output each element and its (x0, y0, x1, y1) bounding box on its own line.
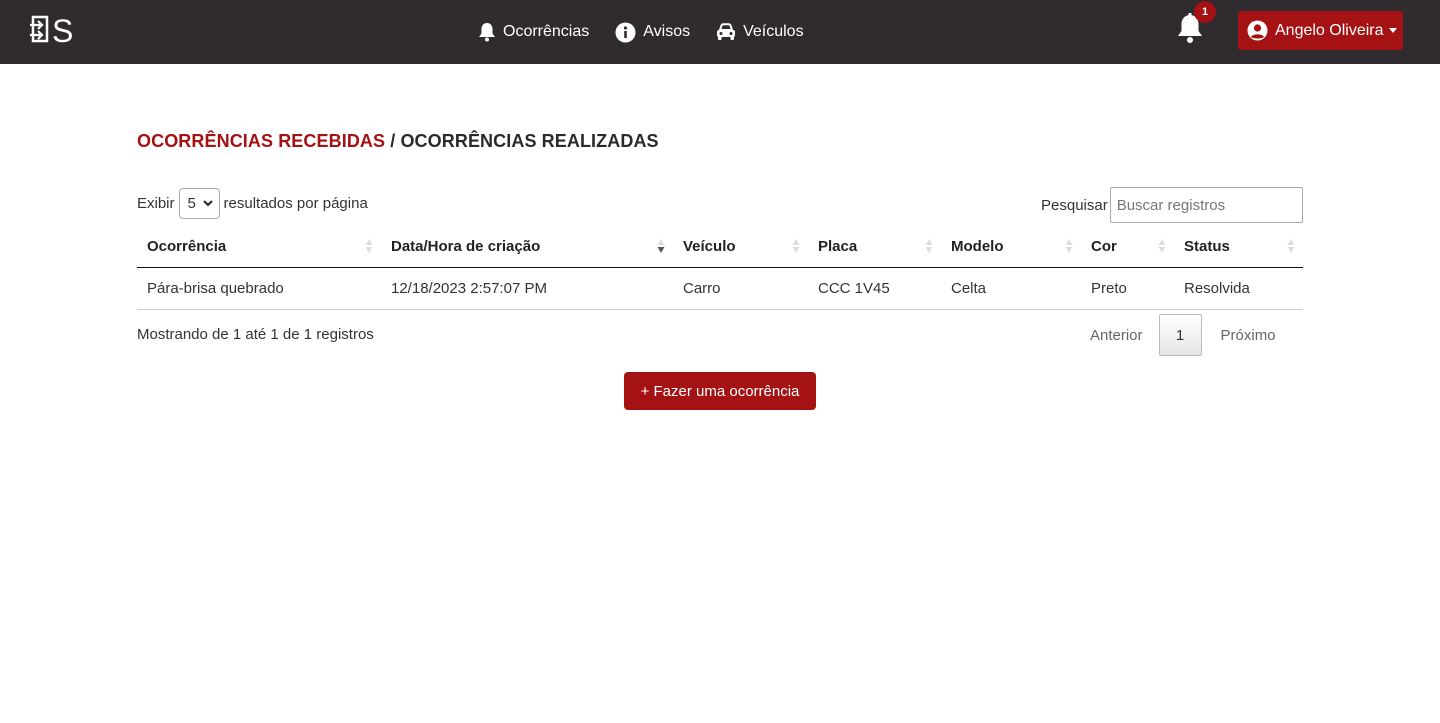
column-header-data-hora[interactable]: Data/Hora de criação (381, 226, 673, 268)
notifications-button[interactable]: 1 (1176, 1, 1216, 45)
occurrences-table: Ocorrência Data/Hora de criação Veículo … (137, 226, 1303, 310)
tab-ocorrencias-recebidas[interactable]: OCORRÊNCIAS RECEBIDAS (137, 131, 385, 151)
nav-link-label: Ocorrências (503, 23, 590, 40)
table-info: Mostrando de 1 até 1 de 1 registros (137, 326, 374, 343)
sort-icon (925, 239, 933, 253)
tab-ocorrencias-realizadas[interactable]: OCORRÊNCIAS REALIZADAS (400, 131, 658, 151)
caret-down-icon (1388, 28, 1397, 33)
nav-link-label: Avisos (643, 23, 691, 40)
cell-placa: CCC 1V45 (808, 267, 941, 310)
navbar: S Ocorrências Avisos Veículos 1 Angelo O… (0, 0, 1440, 64)
nav-link-veiculos[interactable]: Veículos (716, 23, 804, 41)
column-header-label: Status (1184, 237, 1230, 255)
page-size-value: 5 (187, 195, 196, 212)
pagination-previous[interactable]: Anterior (1074, 327, 1159, 344)
nav-link-label: Veículos (743, 23, 804, 40)
bell-icon (479, 23, 495, 42)
table-header-row: Ocorrência Data/Hora de criação Veículo … (137, 226, 1303, 268)
sort-icon (1065, 239, 1073, 253)
user-name: Angelo Oliveira (1275, 21, 1384, 39)
chevron-down-icon (202, 200, 213, 207)
search-input[interactable] (1109, 187, 1303, 223)
pagination-next[interactable]: Próximo (1202, 327, 1293, 344)
new-occurrence-button[interactable]: + Fazer uma ocorrência (624, 372, 816, 410)
search-label: Pesquisar (1041, 196, 1108, 214)
nav-link-ocorrencias[interactable]: Ocorrências (478, 22, 589, 42)
search-control: Pesquisar (1041, 187, 1303, 223)
pagination-page-current[interactable]: 1 (1158, 314, 1202, 356)
column-header-label: Data/Hora de criação (391, 237, 541, 255)
user-circle-icon (1247, 20, 1268, 41)
cell-modelo: Celta (941, 267, 1081, 310)
sort-icon (792, 239, 800, 253)
column-header-label: Ocorrência (147, 237, 227, 255)
title-separator: / (390, 131, 396, 151)
nav-link-avisos[interactable]: Avisos (615, 22, 690, 43)
info-icon (615, 22, 636, 42)
column-header-status[interactable]: Status (1174, 226, 1303, 268)
sort-icon (1287, 239, 1295, 253)
page-title: OCORRÊNCIAS RECEBIDAS / OCORRÊNCIAS REAL… (137, 131, 659, 152)
page-length-control: Exibir 5 resultados por página (137, 188, 368, 219)
column-header-placa[interactable]: Placa (808, 226, 941, 268)
cell-status: Resolvida (1174, 267, 1303, 310)
cell-data-hora: 12/18/2023 2:57:07 PM (381, 267, 673, 310)
column-header-label: Modelo (951, 237, 1004, 255)
column-header-cor[interactable]: Cor (1081, 226, 1174, 268)
cell-cor: Preto (1081, 267, 1174, 310)
column-header-label: Veículo (683, 237, 736, 255)
app-logo[interactable]: S (30, 13, 80, 49)
column-header-veiculo[interactable]: Veículo (673, 226, 808, 268)
user-menu-button[interactable]: Angelo Oliveira (1238, 11, 1403, 50)
svg-text:S: S (52, 13, 73, 47)
column-header-modelo[interactable]: Modelo (941, 226, 1081, 268)
cell-ocorrencia: Pára-brisa quebrado (137, 267, 381, 310)
column-header-ocorrencia[interactable]: Ocorrência (137, 226, 381, 268)
per-page-label: resultados por página (223, 195, 368, 212)
notification-count-badge: 1 (1194, 1, 1216, 23)
show-label: Exibir (137, 195, 175, 212)
main-nav: Ocorrências Avisos Veículos (478, 0, 830, 64)
cell-veiculo: Carro (673, 267, 808, 310)
table-row[interactable]: Pára-brisa quebrado 12/18/2023 2:57:07 P… (137, 267, 1303, 310)
page-size-select[interactable]: 5 (178, 188, 220, 219)
sort-icon (1158, 239, 1166, 253)
pagination: Anterior 1 Próximo (1074, 314, 1293, 356)
sort-icon (365, 239, 373, 253)
car-icon (717, 23, 736, 40)
sort-desc-icon (657, 239, 665, 253)
column-header-label: Cor (1091, 237, 1117, 255)
column-header-label: Placa (818, 237, 858, 255)
